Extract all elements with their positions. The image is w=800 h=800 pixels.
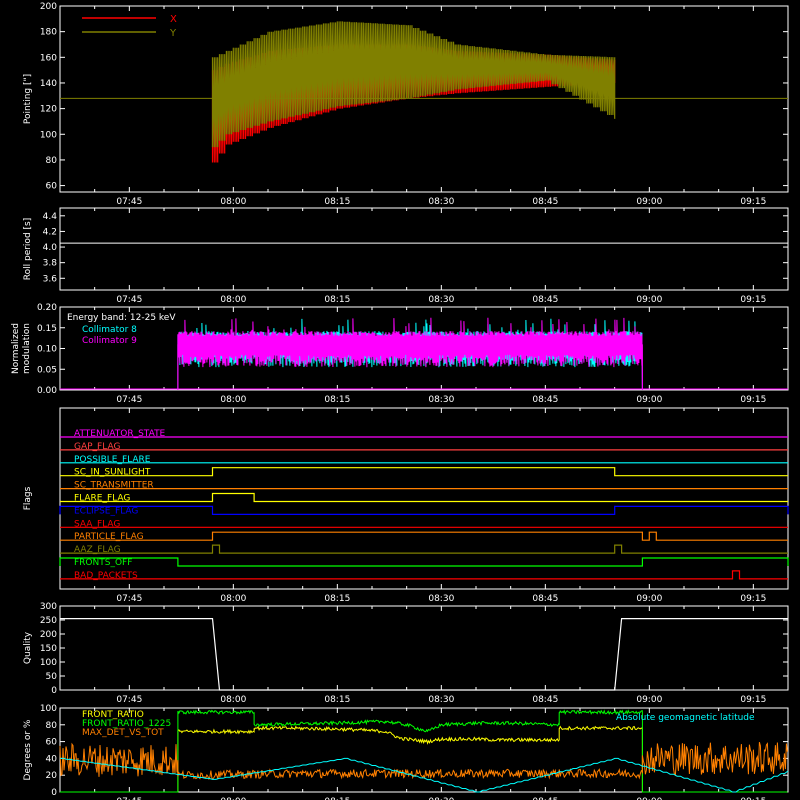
x-tick-label: 07:45 xyxy=(116,695,142,705)
y-tick-label: 200 xyxy=(40,630,57,640)
flag-label: FLARE_FLAG xyxy=(74,494,130,504)
flag-label: BAD_PACKETS xyxy=(74,571,138,581)
x-tick-label: 08:00 xyxy=(220,295,246,305)
x-tick-label: 08:30 xyxy=(428,594,454,604)
y-tick-label: 100 xyxy=(40,704,57,714)
legend-label: X xyxy=(170,14,177,25)
x-tick-label: 09:00 xyxy=(636,395,662,405)
x-tick-label: 07:45 xyxy=(116,395,142,405)
y-tick-label: 250 xyxy=(40,616,57,626)
y-tick-label: 80 xyxy=(46,156,58,166)
flag-label: ATTENUATOR_STATE xyxy=(74,429,166,439)
y-tick-label: 140 xyxy=(40,79,57,89)
y-tick-label: 4.0 xyxy=(43,243,58,253)
y-axis-label: Roll period [s] xyxy=(23,218,33,280)
x-tick-label: 09:15 xyxy=(740,197,766,207)
x-tick-label: 08:45 xyxy=(532,295,558,305)
x-tick-label: 08:15 xyxy=(324,295,350,305)
y-tick-label: 300 xyxy=(40,602,57,612)
x-tick-label: 08:00 xyxy=(220,197,246,207)
x-tick-label: 09:15 xyxy=(740,395,766,405)
x-tick-label: 08:15 xyxy=(324,197,350,207)
x-tick-label: 09:00 xyxy=(636,695,662,705)
y-tick-label: 200 xyxy=(40,2,57,12)
y-tick-label: 100 xyxy=(40,658,57,668)
x-tick-label: 08:30 xyxy=(428,395,454,405)
y-tick-label: 50 xyxy=(46,672,58,682)
x-tick-label: 09:00 xyxy=(636,295,662,305)
x-tick-label: 07:45 xyxy=(116,594,142,604)
y-tick-label: 120 xyxy=(40,105,57,115)
x-tick-label: 07:45 xyxy=(116,197,142,207)
y-tick-label: 40 xyxy=(46,754,58,764)
x-tick-label: 08:30 xyxy=(428,695,454,705)
y-tick-label: 150 xyxy=(40,644,57,654)
y-axis-label: Flags xyxy=(23,486,33,510)
y-tick-label: 180 xyxy=(40,28,57,38)
x-tick-label: 09:00 xyxy=(636,197,662,207)
x-tick-label: 09:15 xyxy=(740,295,766,305)
legend-label: Absolute geomagnetic latitude xyxy=(616,713,755,723)
y-tick-label: 60 xyxy=(46,182,58,192)
x-tick-label: 08:00 xyxy=(220,395,246,405)
flag-label: POSSIBLE_FLARE xyxy=(74,455,151,465)
y-tick-label: 0.20 xyxy=(37,303,57,313)
flag-label: PARTICLE_FLAG xyxy=(74,532,144,542)
y-axis-label: Pointing ["] xyxy=(23,74,33,124)
legend-label: MAX_DET_VS_TOT xyxy=(82,728,164,738)
x-tick-label: 08:15 xyxy=(324,594,350,604)
x-tick-label: 08:45 xyxy=(532,197,558,207)
flag-label: ECLIPSE_FLAG xyxy=(74,506,138,516)
x-tick-label: 08:45 xyxy=(532,395,558,405)
y-tick-label: 20 xyxy=(46,771,58,781)
flag-label: FRONTS_OFF xyxy=(74,558,132,568)
y-axis-label: Quality xyxy=(23,631,33,664)
y-tick-label: 3.8 xyxy=(43,259,58,269)
y-tick-label: 0.00 xyxy=(37,386,57,396)
y-axis-label: Degrees or % xyxy=(23,719,33,780)
y-axis-label: Normalizedmodulation xyxy=(11,323,32,374)
rhessi-summary-plot: 608010012014016018020007:45 08:00 08:15 08:… xyxy=(0,0,800,800)
x-tick-label: 07:45 xyxy=(116,295,142,305)
y-tick-label: 4.2 xyxy=(43,227,57,237)
y-tick-label: 80 xyxy=(46,721,58,731)
x-tick-label: 08:45 xyxy=(532,695,558,705)
x-tick-label: 08:00 xyxy=(220,594,246,604)
x-tick-label: 08:00 xyxy=(220,695,246,705)
modulation-annotation: Energy band: 12-25 keV xyxy=(67,313,176,323)
x-tick-label: 08:30 xyxy=(428,197,454,207)
flag-label: AAZ_FLAG xyxy=(74,545,121,555)
x-tick-label: 08:30 xyxy=(428,295,454,305)
y-tick-label: 60 xyxy=(46,738,58,748)
legend-label: Collimator 8 xyxy=(82,325,137,335)
y-tick-label: 0.05 xyxy=(37,365,57,375)
flag-label: SC_TRANSMITTER xyxy=(74,481,154,491)
x-tick-label: 08:15 xyxy=(324,395,350,405)
y-axis-label-line: Normalized xyxy=(11,323,21,374)
y-tick-label: 160 xyxy=(40,53,57,63)
flag-label: SC_IN_SUNLIGHT xyxy=(74,468,151,478)
y-tick-label: 0.10 xyxy=(37,345,57,355)
legend-label: Collimator 9 xyxy=(82,336,137,346)
x-tick-label: 09:15 xyxy=(740,695,766,705)
flag-label: SAA_FLAG xyxy=(74,519,120,529)
x-tick-label: 08:45 xyxy=(532,594,558,604)
y-axis-label-line: modulation xyxy=(22,323,32,374)
y-tick-label: 3.6 xyxy=(43,274,58,284)
flag-label: GAP_FLAG xyxy=(74,442,120,452)
y-tick-label: 0.15 xyxy=(37,324,57,334)
x-tick-label: 08:15 xyxy=(324,695,350,705)
y-tick-label: 100 xyxy=(40,130,57,140)
x-tick-label: 09:15 xyxy=(740,594,766,604)
y-tick-label: 0 xyxy=(51,788,57,798)
y-tick-label: 4.4 xyxy=(43,212,58,222)
x-tick-label: 09:00 xyxy=(636,594,662,604)
y-tick-label: 0 xyxy=(51,686,57,696)
legend-label: Y xyxy=(169,28,177,39)
